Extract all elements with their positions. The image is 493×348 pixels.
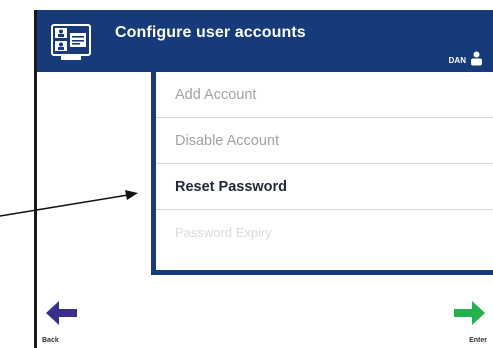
menu-item-label: Disable Account xyxy=(175,133,279,149)
figure: Configure user accounts DAN Add Account … xyxy=(0,0,493,348)
footer-bar: Back Enter xyxy=(37,284,493,348)
page-title: Configure user accounts xyxy=(115,24,306,41)
left-pane xyxy=(37,72,151,284)
user-accounts-icon xyxy=(51,24,91,60)
back-label: Back xyxy=(42,337,59,344)
arrow-right-icon xyxy=(454,301,485,325)
enter-button[interactable]: Enter xyxy=(439,296,489,348)
menu-item-label: Password Expiry xyxy=(175,225,272,240)
device-screen: Configure user accounts DAN Add Account … xyxy=(34,10,493,348)
account-options-menu: Add Account Disable Account Reset Passwo… xyxy=(151,72,493,275)
header-bar: Configure user accounts DAN xyxy=(37,10,493,72)
person-icon xyxy=(471,51,482,66)
menu-item-password-expiry[interactable]: Password Expiry xyxy=(156,210,493,256)
back-button[interactable]: Back xyxy=(42,296,92,348)
menu-item-label: Reset Password xyxy=(175,179,288,195)
enter-label: Enter xyxy=(469,337,487,344)
menu-item-disable-account[interactable]: Disable Account xyxy=(156,118,493,164)
current-user-name: DAN xyxy=(448,56,466,65)
menu-item-label: Add Account xyxy=(175,87,257,103)
arrow-left-icon xyxy=(46,301,77,325)
menu-item-reset-password[interactable]: Reset Password xyxy=(156,164,493,210)
menu-item-add-account[interactable]: Add Account xyxy=(156,72,493,118)
